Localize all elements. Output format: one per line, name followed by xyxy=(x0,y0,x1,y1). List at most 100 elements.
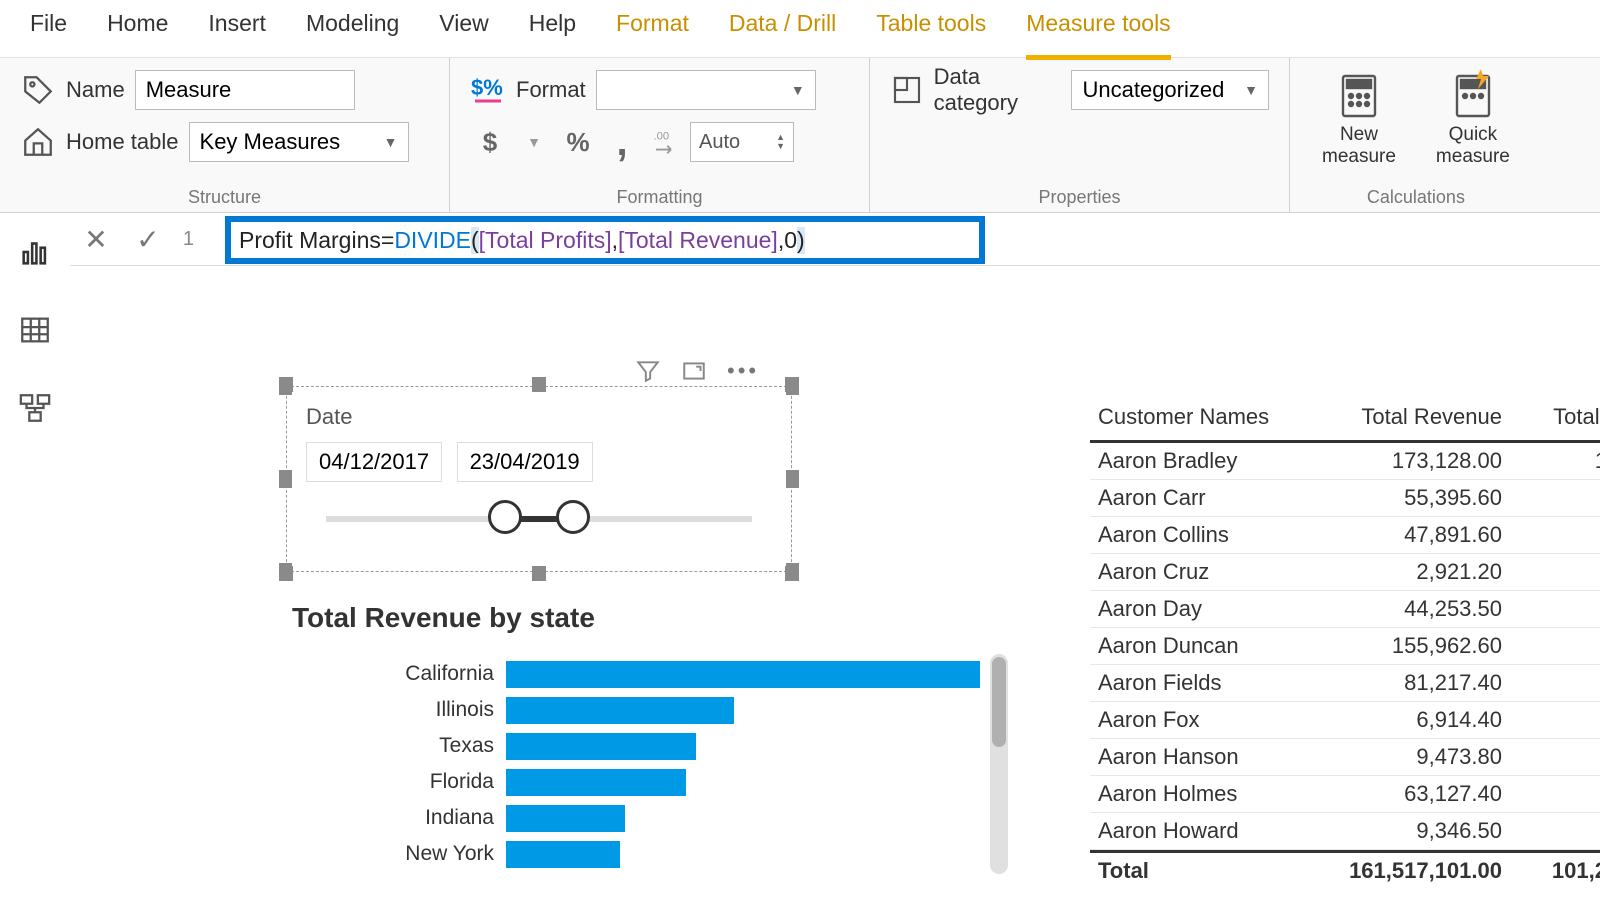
table-cell: 47,891.60 xyxy=(1340,517,1510,553)
table-row[interactable]: Aaron Cruz2,921.201,72 xyxy=(1090,554,1600,591)
bar-fill[interactable] xyxy=(506,805,625,832)
report-canvas[interactable]: ••• Date 04/12/2017 23/04/2019 Total Rev… xyxy=(70,266,1600,900)
panel-group-structure: Name Home table Key Measures ▼ Structure xyxy=(0,58,450,212)
filter-icon[interactable] xyxy=(635,358,661,384)
resize-handle[interactable] xyxy=(785,563,799,581)
measure-name-input[interactable] xyxy=(135,70,355,110)
col-header[interactable]: Customer Names xyxy=(1090,394,1340,440)
new-measure-button[interactable]: Newmeasure xyxy=(1314,72,1404,168)
table-row[interactable]: Aaron Bradley173,128.00104,13 xyxy=(1090,443,1600,480)
table-row[interactable]: Aaron Day44,253.5026,26 xyxy=(1090,591,1600,628)
table-cell: Aaron Duncan xyxy=(1090,628,1340,664)
bar-label: Illinois xyxy=(400,698,506,722)
table-cell: Aaron Day xyxy=(1090,591,1340,627)
tab-data-drill[interactable]: Data / Drill xyxy=(729,10,836,47)
tab-help[interactable]: Help xyxy=(529,10,576,47)
table-row[interactable]: Aaron Fields81,217.4050,42 xyxy=(1090,665,1600,702)
bar-fill[interactable] xyxy=(506,733,696,760)
table-cell: Aaron Hanson xyxy=(1090,739,1340,775)
more-options-icon[interactable]: ••• xyxy=(727,358,759,384)
resize-handle[interactable] xyxy=(785,377,799,395)
bar-track xyxy=(506,661,980,688)
table-header: Customer Names Total Revenue Total Costs xyxy=(1090,394,1600,443)
table-row[interactable]: Aaron Howard9,346.504,48 xyxy=(1090,813,1600,850)
table-row[interactable]: Aaron Fox6,914.403,45 xyxy=(1090,702,1600,739)
panel-group-formatting: $% Format ▼ $ ▼ % , .00 Auto ▲▼ xyxy=(450,58,870,212)
table-cell: 4,48 xyxy=(1510,813,1600,849)
table-cell: Aaron Fields xyxy=(1090,665,1340,701)
bar-chart-visual[interactable]: CaliforniaIllinoisTexasFloridaIndianaNew… xyxy=(400,656,980,872)
table-row[interactable]: Aaron Carr55,395.6029,50 xyxy=(1090,480,1600,517)
currency-button[interactable]: $ xyxy=(470,122,510,162)
slicer-start-date[interactable]: 04/12/2017 xyxy=(306,442,442,482)
table-cell: 104,13 xyxy=(1510,443,1600,479)
table-cell: 35,16 xyxy=(1510,776,1600,812)
resize-handle[interactable] xyxy=(279,563,293,581)
table-row[interactable]: Aaron Holmes63,127.4035,16 xyxy=(1090,776,1600,813)
data-view-button[interactable] xyxy=(16,311,54,349)
decimals-spinner[interactable]: Auto ▲▼ xyxy=(690,122,794,162)
format-select[interactable]: ▼ xyxy=(596,70,816,110)
bar-label: Florida xyxy=(400,770,506,794)
table-cell: 55,395.60 xyxy=(1340,480,1510,516)
bar-track xyxy=(506,805,980,832)
bar-fill[interactable] xyxy=(506,841,620,868)
tab-format[interactable]: Format xyxy=(616,10,689,47)
chevron-down-icon: ▼ xyxy=(384,134,398,150)
currency-symbol: $ xyxy=(483,127,497,158)
date-slicer-visual[interactable]: Date 04/12/2017 23/04/2019 xyxy=(286,386,792,572)
tab-view[interactable]: View xyxy=(439,10,488,47)
thousands-button[interactable]: , xyxy=(602,122,642,162)
table-cell: 9,346.50 xyxy=(1340,813,1510,849)
tab-table-tools[interactable]: Table tools xyxy=(876,10,986,47)
formula-measure-name: Profit Margins xyxy=(239,227,381,254)
slicer-slider[interactable] xyxy=(326,516,752,522)
col-header[interactable]: Total Costs xyxy=(1510,394,1600,440)
tab-modeling[interactable]: Modeling xyxy=(306,10,399,47)
tab-home[interactable]: Home xyxy=(107,10,168,47)
bar-fill[interactable] xyxy=(506,697,734,724)
table-cell: 4,39 xyxy=(1510,739,1600,775)
hometable-select[interactable]: Key Measures ▼ xyxy=(189,122,409,162)
panel-label-calculations: Calculations xyxy=(1314,187,1518,208)
chart-scrollbar[interactable] xyxy=(990,654,1008,874)
slider-thumb-end[interactable] xyxy=(556,500,590,534)
bar-fill[interactable] xyxy=(506,769,686,796)
decimal-button[interactable]: .00 xyxy=(646,122,686,162)
focus-mode-icon[interactable] xyxy=(681,358,707,384)
datacat-select[interactable]: Uncategorized ▼ xyxy=(1071,70,1269,110)
bar-fill[interactable] xyxy=(506,661,980,688)
table-body: Aaron Bradley173,128.00104,13Aaron Carr5… xyxy=(1090,443,1600,850)
formula-commit-button[interactable]: ✓ xyxy=(122,214,174,266)
resize-handle[interactable] xyxy=(279,470,293,488)
calculator-icon xyxy=(1335,72,1383,120)
percent-button[interactable]: % xyxy=(558,122,598,162)
currency-dropdown[interactable]: ▼ xyxy=(514,122,554,162)
table-cell: 25,35 xyxy=(1510,517,1600,553)
ribbon-panel: Name Home table Key Measures ▼ Structure… xyxy=(0,58,1600,213)
chart-title: Total Revenue by state xyxy=(292,602,595,634)
slider-thumb-start[interactable] xyxy=(488,500,522,534)
table-cell: 3,45 xyxy=(1510,702,1600,738)
col-header[interactable]: Total Revenue xyxy=(1340,394,1510,440)
hometable-value: Key Measures xyxy=(200,129,341,155)
name-label: Name xyxy=(66,77,125,103)
resize-handle[interactable] xyxy=(279,377,293,395)
report-view-button[interactable] xyxy=(16,233,54,271)
slicer-end-date[interactable]: 23/04/2019 xyxy=(457,442,593,482)
bar-label: Indiana xyxy=(400,806,506,830)
model-view-button[interactable] xyxy=(16,389,54,427)
table-row[interactable]: Aaron Hanson9,473.804,39 xyxy=(1090,739,1600,776)
tab-insert[interactable]: Insert xyxy=(208,10,266,47)
datacat-label: Data category xyxy=(934,64,1062,116)
data-table-visual[interactable]: Customer Names Total Revenue Total Costs… xyxy=(1090,394,1600,889)
table-row[interactable]: Aaron Duncan155,962.6098,71 xyxy=(1090,628,1600,665)
table-row[interactable]: Aaron Collins47,891.6025,35 xyxy=(1090,517,1600,554)
formula-line-number: 1 xyxy=(174,228,194,251)
resize-handle[interactable] xyxy=(785,470,799,488)
tab-measure-tools[interactable]: Measure tools xyxy=(1026,10,1170,47)
quick-measure-button[interactable]: Quickmeasure xyxy=(1428,72,1518,168)
formula-cancel-button[interactable]: ✕ xyxy=(70,214,122,266)
formula-editor[interactable]: Profit Margins = DIVIDE ( [Total Profits… xyxy=(225,216,985,264)
tab-file[interactable]: File xyxy=(30,10,67,47)
